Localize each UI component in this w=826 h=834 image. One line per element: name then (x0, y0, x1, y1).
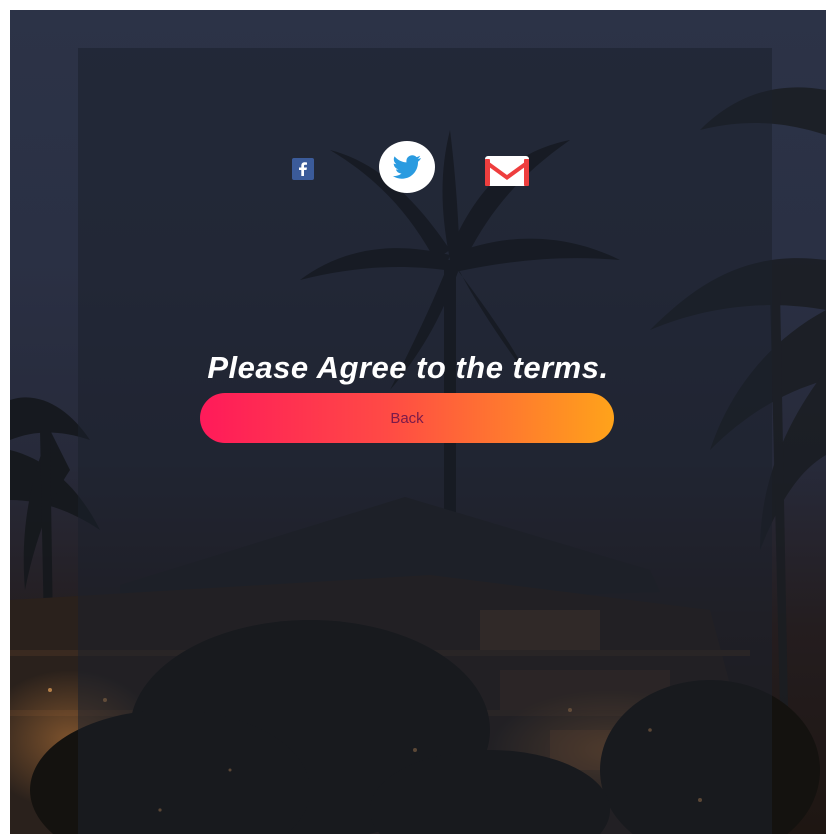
email-link[interactable] (484, 154, 530, 188)
twitter-link[interactable] (378, 140, 436, 194)
page-background: Please Agree to the terms. Back (10, 10, 826, 834)
terms-panel: Please Agree to the terms. Back (78, 48, 772, 834)
mail-icon (485, 156, 529, 186)
back-button[interactable]: Back (200, 393, 614, 443)
twitter-icon (379, 141, 435, 193)
terms-message: Please Agree to the terms. (207, 350, 609, 385)
social-links (78, 140, 772, 200)
facebook-icon (292, 158, 314, 180)
facebook-link[interactable] (292, 158, 314, 180)
